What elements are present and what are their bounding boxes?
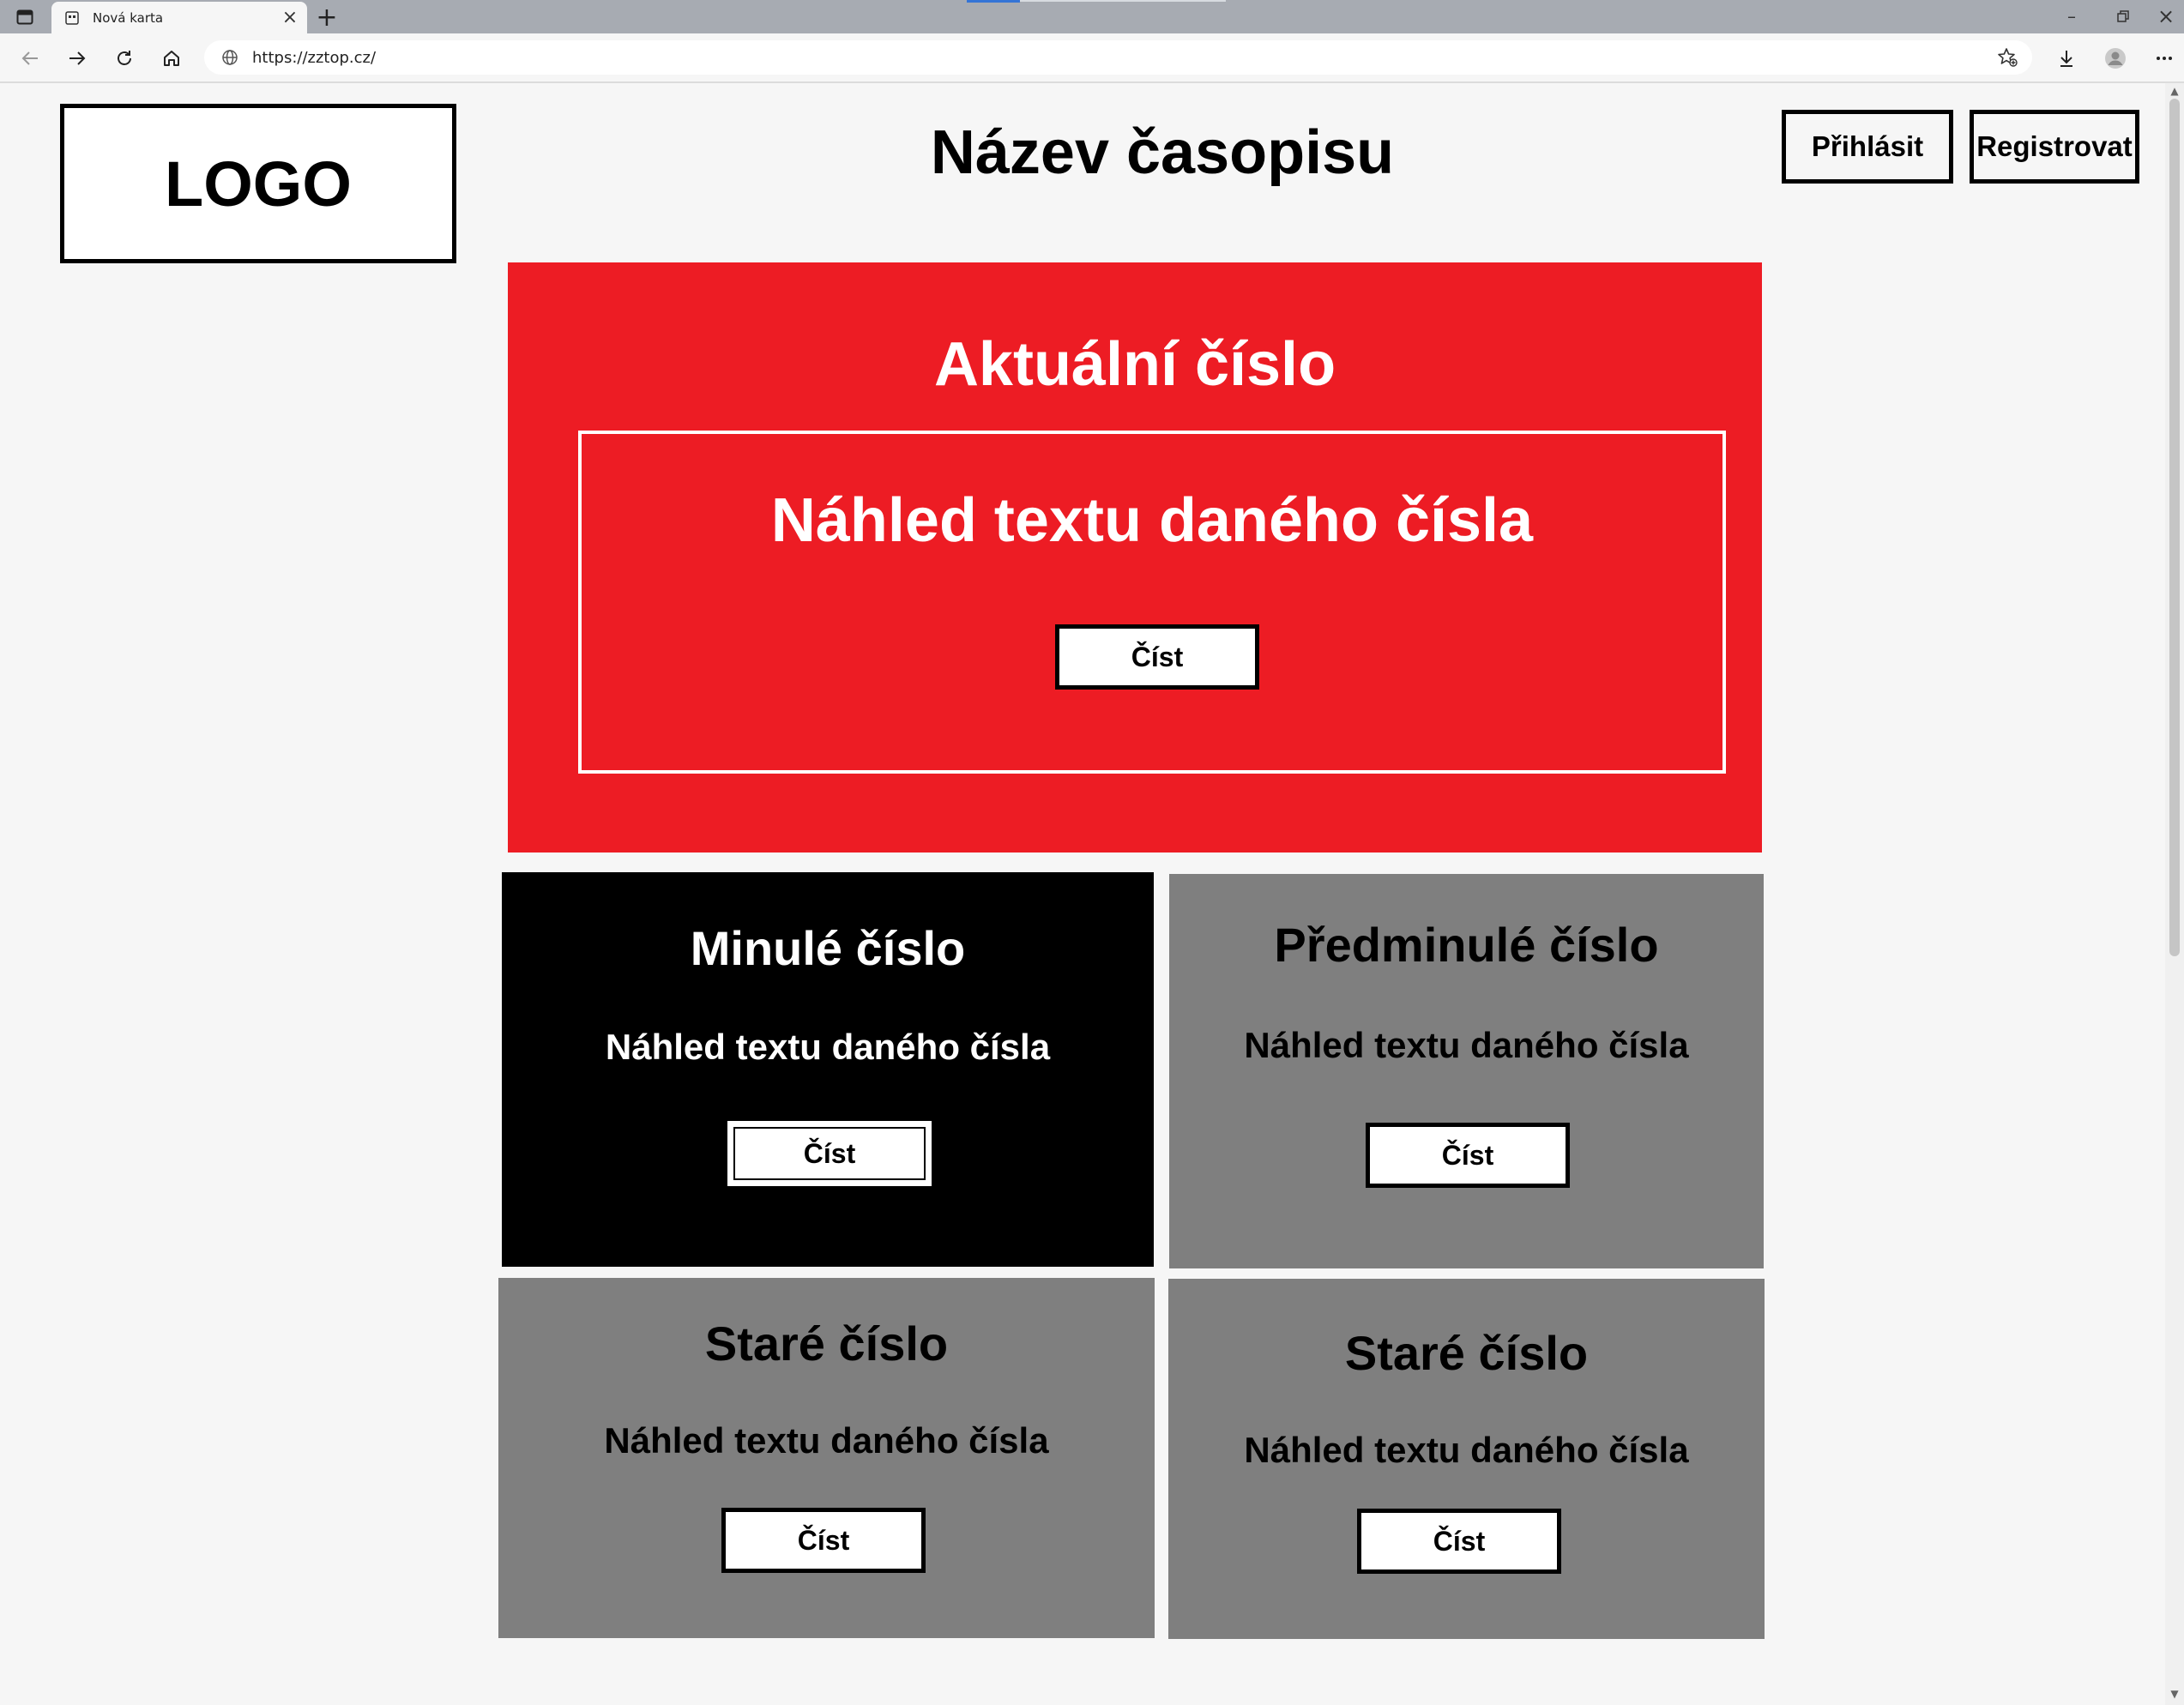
issue-card-preview: Náhled textu daného čísla bbox=[604, 1420, 1049, 1461]
issue-card-title: Staré číslo bbox=[704, 1316, 949, 1371]
issue-read-button[interactable]: Číst bbox=[1357, 1509, 1561, 1574]
old-issue-card: Staré číslo Náhled textu daného čísla Čí… bbox=[498, 1278, 1155, 1638]
tab-actions-icon[interactable] bbox=[12, 6, 38, 28]
issue-card-title: Předminulé číslo bbox=[1274, 918, 1659, 972]
issue-read-button[interactable]: Číst bbox=[721, 1508, 926, 1573]
issue-card-preview: Náhled textu daného čísla bbox=[1244, 1025, 1689, 1065]
past-issue-card: Minulé číslo Náhled textu daného čísla Č… bbox=[502, 872, 1154, 1267]
new-tab-plus-icon[interactable]: + bbox=[312, 3, 341, 33]
window-close-icon[interactable]: × bbox=[2145, 2, 2184, 31]
downloads-icon[interactable] bbox=[2052, 44, 2081, 73]
tab-close-icon[interactable]: × bbox=[278, 6, 302, 30]
site-logo[interactable]: LOGO bbox=[60, 104, 456, 263]
register-button[interactable]: Registrovat bbox=[1970, 110, 2139, 184]
tab-strip-indicator bbox=[967, 0, 1020, 3]
restore-icon[interactable] bbox=[2102, 2, 2145, 31]
current-issue-panel: Aktuální číslo Náhled textu daného čísla… bbox=[508, 262, 1762, 852]
scroll-down-arrow-icon[interactable]: ▼ bbox=[2168, 1688, 2181, 1700]
magazine-title: Název časopisu bbox=[930, 118, 1395, 187]
scrollbar-thumb[interactable] bbox=[2169, 99, 2180, 956]
issue-read-button[interactable]: Číst bbox=[1366, 1123, 1570, 1188]
back-arrow-icon[interactable] bbox=[15, 44, 45, 73]
address-bar[interactable]: https://zztop.cz/ bbox=[204, 40, 2032, 75]
current-issue-preview-text: Náhled textu daného čísla bbox=[770, 486, 1534, 555]
issue-card-preview: Náhled textu daného čísla bbox=[1244, 1430, 1689, 1470]
scroll-up-arrow-icon[interactable]: ▲ bbox=[2168, 85, 2181, 97]
current-issue-read-button[interactable]: Číst bbox=[1055, 624, 1259, 690]
old-issue-card: Staré číslo Náhled textu daného čísla Čí… bbox=[1168, 1279, 1765, 1639]
url-text[interactable]: https://zztop.cz/ bbox=[252, 49, 1993, 67]
browser-tab-bar: Nová karta × + – × bbox=[0, 0, 2184, 33]
current-issue-preview-box: Náhled textu daného čísla Číst bbox=[578, 431, 1726, 774]
minimize-icon[interactable]: – bbox=[2050, 2, 2093, 31]
issue-card-title: Staré číslo bbox=[1344, 1326, 1589, 1380]
forward-arrow-icon[interactable] bbox=[63, 44, 92, 73]
more-menu-icon[interactable] bbox=[2150, 44, 2179, 73]
globe-icon bbox=[220, 47, 240, 68]
issue-read-button[interactable]: Číst bbox=[727, 1121, 932, 1186]
new-tab-page-icon bbox=[63, 9, 81, 27]
tab-title: Nová karta bbox=[93, 9, 164, 26]
home-icon[interactable] bbox=[157, 44, 186, 73]
login-button[interactable]: Přihlásit bbox=[1782, 110, 1953, 184]
tab-strip-divider bbox=[1020, 0, 1226, 2]
current-issue-title: Aktuální číslo bbox=[933, 330, 1336, 399]
page-content: LOGO Název časopisu Přihlásit Registrova… bbox=[0, 83, 2184, 1705]
issue-card-title: Minulé číslo bbox=[690, 921, 966, 975]
browser-tab[interactable]: Nová karta × bbox=[51, 2, 307, 33]
before-last-issue-card: Předminulé číslo Náhled textu daného čís… bbox=[1169, 874, 1764, 1268]
browser-toolbar: https://zztop.cz/ bbox=[0, 33, 2184, 83]
profile-avatar-icon[interactable] bbox=[2101, 44, 2130, 73]
refresh-icon[interactable] bbox=[110, 44, 139, 73]
add-favorite-icon[interactable] bbox=[1993, 43, 2022, 72]
issue-card-preview: Náhled textu daného čísla bbox=[605, 1027, 1051, 1067]
